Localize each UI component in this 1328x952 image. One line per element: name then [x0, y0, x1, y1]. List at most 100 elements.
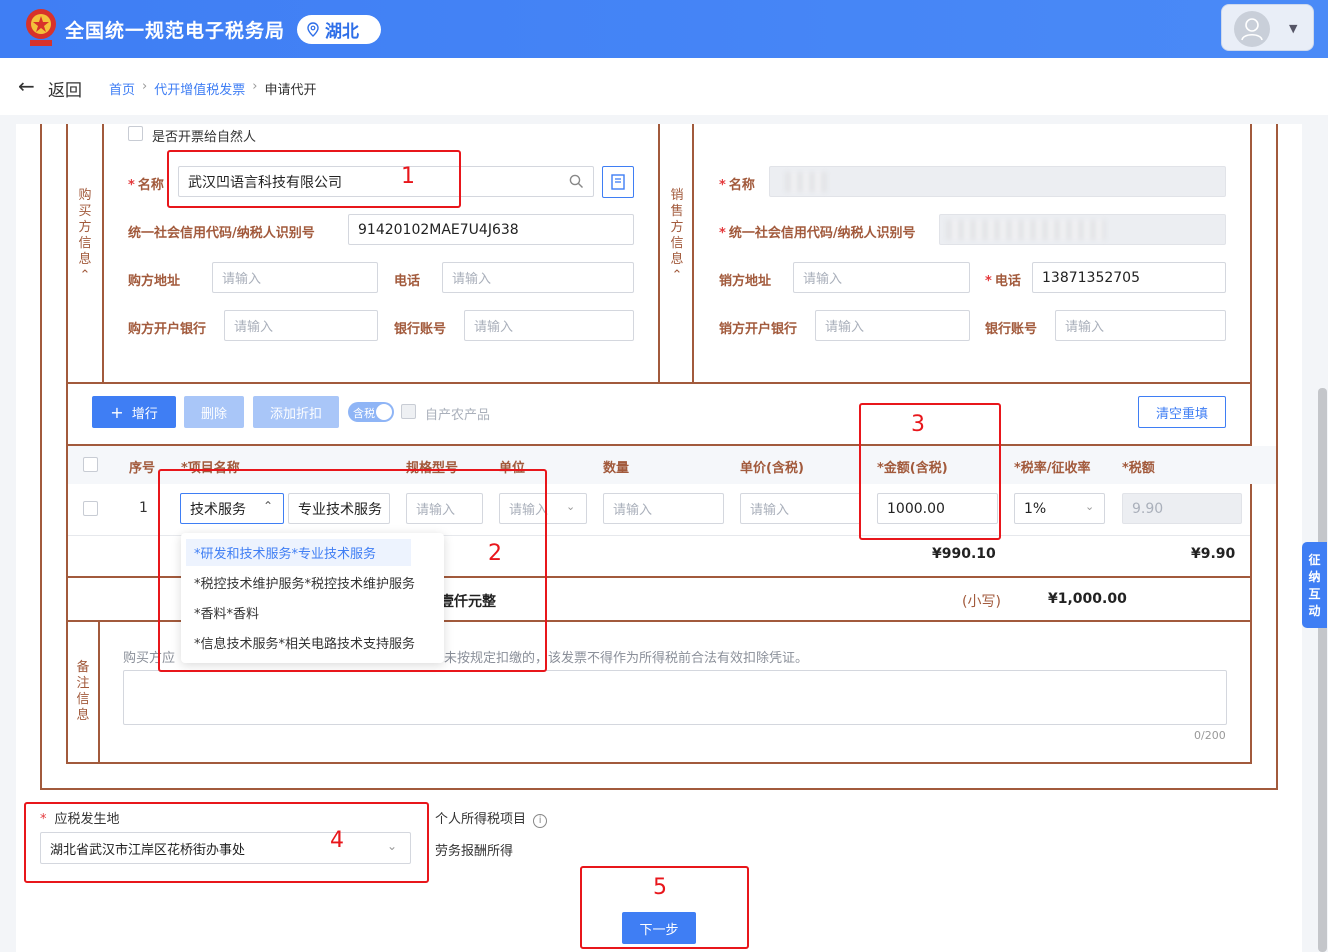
- buyer-section-label: 购买方信息 ⌃: [76, 188, 94, 284]
- user-menu[interactable]: ▼: [1221, 4, 1314, 51]
- breadcrumb-current: 申请代开: [264, 83, 317, 98]
- national-emblem-icon: [26, 9, 56, 46]
- income-item-value: 劳务报酬所得: [435, 844, 514, 859]
- total-small-label: (小写): [962, 594, 1001, 610]
- chevron-right-icon: ›: [252, 79, 258, 94]
- interaction-side-tab[interactable]: 征纳互动: [1302, 542, 1327, 628]
- self-produced-checkbox[interactable]: [401, 404, 416, 419]
- row-checkbox[interactable]: [83, 501, 98, 516]
- buyer-phone-input[interactable]: 请输入: [442, 262, 634, 293]
- annotation-number-3: 3: [911, 412, 925, 437]
- breadcrumb-vat-invoice[interactable]: 代开增值税发票: [154, 79, 245, 98]
- seller-bank-input[interactable]: 请输入: [815, 310, 970, 341]
- buyer-list-button[interactable]: [602, 166, 634, 198]
- annotation-number-2: 2: [488, 541, 502, 566]
- col-unit-price: 单价(含税): [740, 461, 804, 476]
- redacted-seller-name: [785, 172, 827, 192]
- col-tax-rate: *税率/征收率: [1014, 461, 1091, 476]
- seller-name-input: [769, 166, 1226, 197]
- quantity-input[interactable]: 请输入: [603, 493, 724, 524]
- back-arrow-icon[interactable]: ←: [18, 74, 35, 98]
- seller-section-label: 销售方信息 ⌃: [668, 188, 686, 284]
- chevron-up-icon[interactable]: ⌃: [668, 268, 686, 284]
- breadcrumb-home[interactable]: 首页: [109, 79, 135, 98]
- seller-phone-label: * 电话: [985, 274, 1021, 289]
- frame-line: [658, 124, 660, 382]
- buyer-bank-label: 购方开户银行: [128, 322, 207, 337]
- chevron-right-icon: ›: [142, 79, 148, 94]
- delete-button[interactable]: 删除: [184, 396, 244, 428]
- buyer-account-label: 银行账号: [394, 322, 447, 337]
- top-header: 全国统一规范电子税务局 湖北 ▼: [0, 0, 1328, 58]
- nav-bar: ← 返回 首页 › 代开增值税发票 › 申请代开: [0, 58, 1328, 115]
- chevron-down-icon: ⌄: [566, 500, 576, 513]
- chevron-up-icon[interactable]: ⌃: [76, 268, 94, 284]
- unit-price-input[interactable]: 请输入: [740, 493, 861, 524]
- annotation-box-4: [24, 802, 429, 883]
- search-icon[interactable]: [569, 174, 584, 189]
- tax-amount-input: 9.90: [1122, 493, 1242, 524]
- annotation-box-1: [167, 150, 461, 208]
- location-pin-icon: [307, 22, 319, 37]
- frame-line: [98, 620, 100, 764]
- clear-refill-button[interactable]: 清空重填: [1138, 396, 1226, 428]
- user-avatar-icon: [1234, 11, 1270, 47]
- col-index: 序号: [129, 461, 156, 476]
- annotation-number-1: 1: [401, 164, 415, 189]
- buyer-address-input[interactable]: 请输入: [212, 262, 378, 293]
- add-row-button[interactable]: + 增行: [92, 396, 176, 428]
- region-selector[interactable]: 湖北: [297, 15, 381, 44]
- annotation-box-3: [859, 403, 1001, 540]
- frame-line: [66, 762, 1252, 764]
- subtotal-amount: ¥990.10: [932, 546, 996, 562]
- back-link[interactable]: 返回: [48, 76, 82, 101]
- select-all-checkbox[interactable]: [83, 457, 98, 472]
- seller-phone-input[interactable]: 13871352705: [1032, 262, 1226, 293]
- redacted-seller-tax-id: [946, 220, 1106, 240]
- tax-included-toggle[interactable]: 含税: [348, 402, 394, 422]
- subtotal-tax: ¥9.90: [1191, 546, 1236, 562]
- tax-rate-select[interactable]: 1% ⌄: [1014, 493, 1105, 524]
- seller-account-input[interactable]: 请输入: [1055, 310, 1226, 341]
- buyer-tax-id-label: 统一社会信用代码/纳税人识别号: [128, 226, 315, 241]
- income-item-label: 个人所得税项目 i: [435, 808, 548, 828]
- buyer-bank-input[interactable]: 请输入: [224, 310, 378, 341]
- seller-account-label: 银行账号: [985, 322, 1038, 337]
- annotation-number-5: 5: [653, 875, 667, 900]
- annotation-number-4: 4: [330, 828, 344, 853]
- col-quantity: 数量: [603, 461, 630, 476]
- remark-counter: 0/200: [1194, 729, 1226, 742]
- frame-line: [692, 124, 694, 382]
- buyer-name-label: * 名称: [128, 178, 164, 193]
- region-label: 湖北: [325, 22, 359, 42]
- remark-section-label: 备注信息: [76, 660, 90, 723]
- breadcrumb: 首页 › 代开增值税发票 › 申请代开: [109, 79, 316, 98]
- total-small-value: ¥1,000.00: [1048, 591, 1127, 607]
- seller-name-label: * 名称: [719, 178, 755, 193]
- site-title: 全国统一规范电子税务局: [65, 20, 286, 42]
- natural-person-label: 是否开票给自然人: [152, 130, 257, 145]
- plus-icon: +: [110, 402, 124, 422]
- chevron-down-icon: ⌄: [1085, 500, 1095, 513]
- caret-down-icon: ▼: [1289, 22, 1298, 35]
- seller-bank-label: 销方开户银行: [719, 322, 798, 337]
- natural-person-checkbox[interactable]: [128, 126, 143, 141]
- remark-textarea[interactable]: [123, 670, 1227, 725]
- seller-address-input[interactable]: 请输入: [793, 262, 970, 293]
- buyer-account-input[interactable]: 请输入: [464, 310, 634, 341]
- seller-address-label: 销方地址: [719, 274, 772, 289]
- seller-tax-id-label: * 统一社会信用代码/纳税人识别号: [719, 226, 916, 241]
- info-icon[interactable]: i: [533, 814, 548, 828]
- buyer-address-label: 购方地址: [128, 274, 181, 289]
- document-list-icon: [611, 174, 625, 190]
- add-discount-button[interactable]: 添加折扣: [253, 396, 339, 428]
- annotation-box-2: [158, 469, 547, 672]
- row-index: 1: [139, 500, 148, 516]
- page-scrollbar[interactable]: [1318, 388, 1327, 952]
- buyer-phone-label: 电话: [394, 274, 421, 289]
- frame-line: [102, 124, 104, 382]
- col-tax-amount: *税额: [1122, 461, 1155, 476]
- frame-line: [66, 382, 1252, 384]
- buyer-tax-id-input[interactable]: 91420102MAE7U4J638: [348, 214, 634, 245]
- self-produced-label: 自产农产品: [425, 408, 491, 423]
